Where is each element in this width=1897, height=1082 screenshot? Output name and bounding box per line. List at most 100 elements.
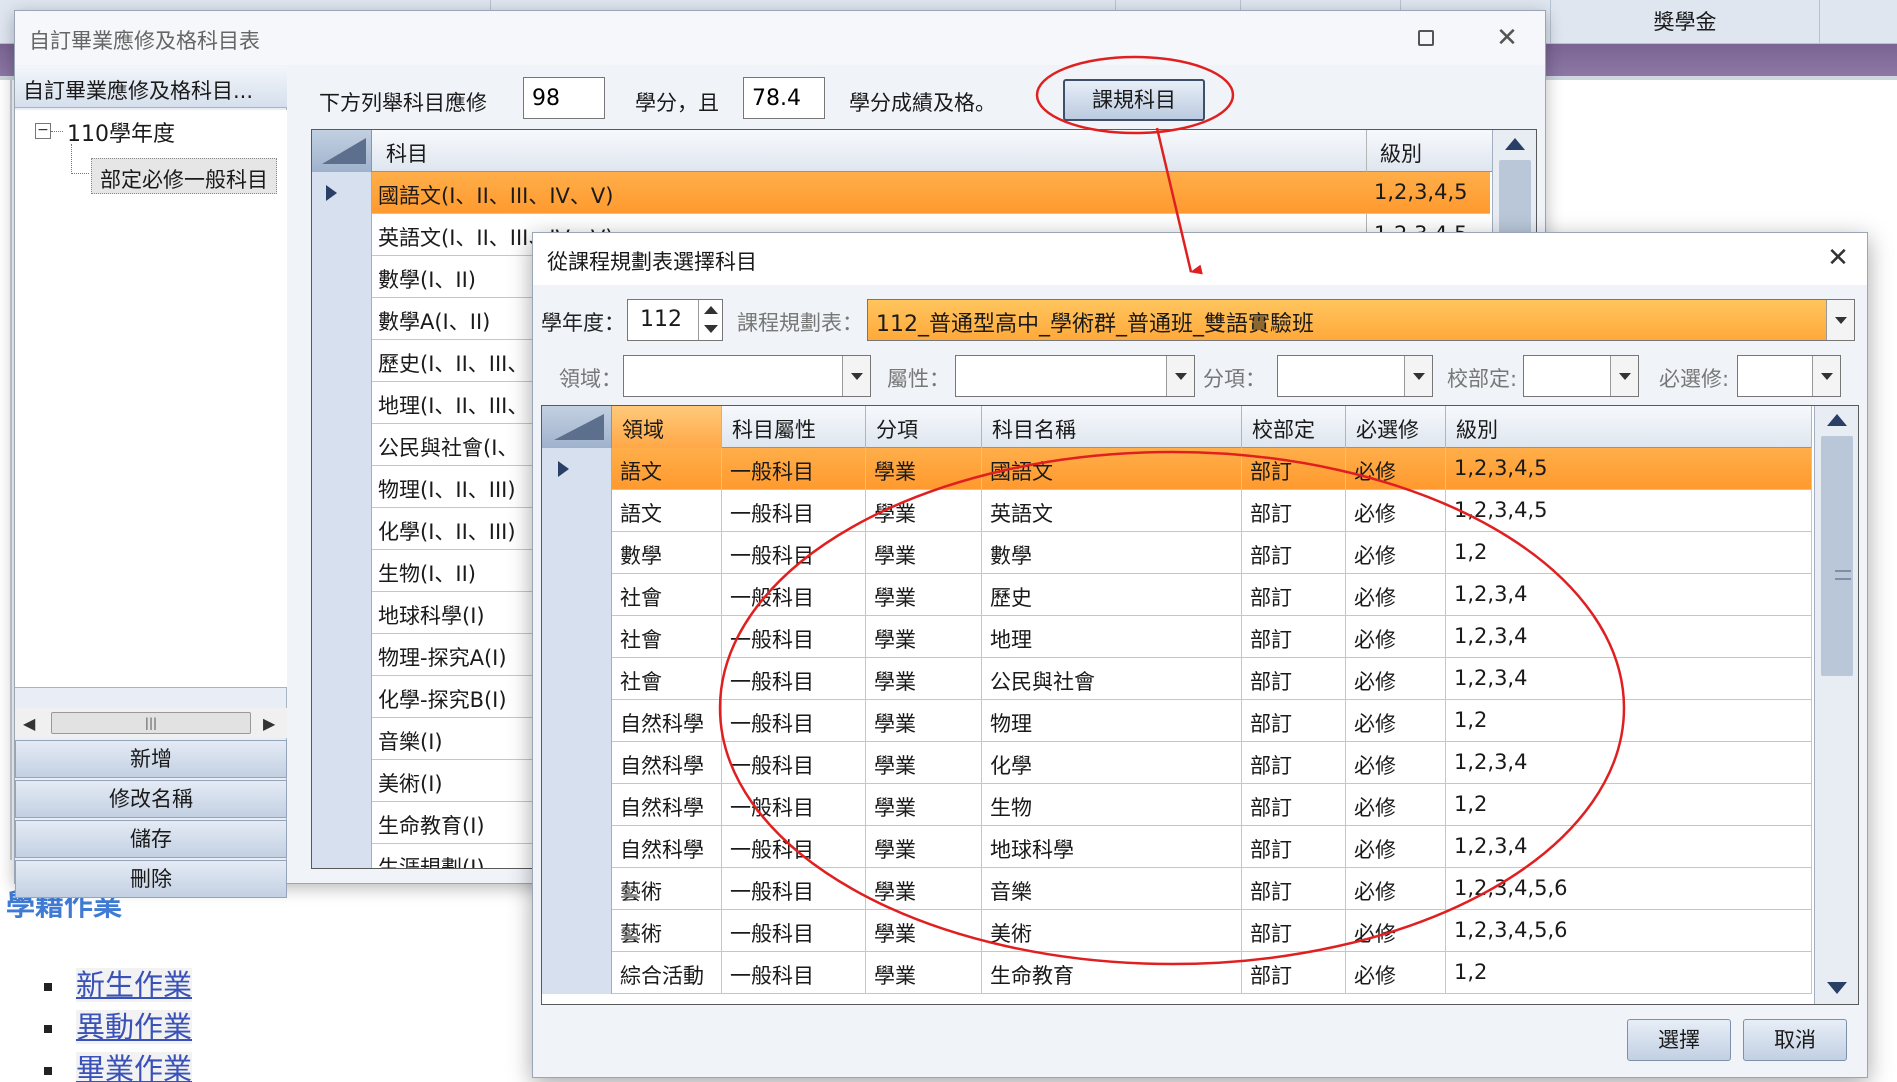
cell-level[interactable]: 1,2,3,4 (1446, 574, 1812, 616)
cell-subject-name[interactable]: 生物 (982, 784, 1242, 826)
dropdown-button[interactable] (842, 356, 870, 396)
cell-category[interactable]: 學業 (866, 616, 982, 658)
table-row[interactable]: 社會 一般科目 學業 公民與社會 部訂 必修 1,2,3,4 (542, 658, 1812, 700)
attribute-filter-select[interactable] (955, 355, 1195, 397)
tree-node-root[interactable]: 110學年度 (67, 116, 175, 148)
cell-subject-name[interactable]: 美術 (982, 910, 1242, 952)
save-button[interactable]: 儲存 (15, 820, 287, 858)
cell-subject[interactable]: 物理(I、II、III) (378, 474, 516, 504)
scroll-up-icon[interactable] (1505, 138, 1525, 150)
cell-school[interactable]: 部訂 (1242, 448, 1346, 490)
background-link[interactable]: 異動作業 (76, 1010, 193, 1044)
cell-attribute[interactable]: 一般科目 (722, 952, 866, 994)
cell-subject[interactable]: 公民與社會(I、 (378, 432, 518, 462)
cell-school[interactable]: 部訂 (1242, 574, 1346, 616)
cell-subject-name[interactable]: 化學 (982, 742, 1242, 784)
row-header[interactable] (312, 172, 372, 214)
cell-category[interactable]: 學業 (866, 910, 982, 952)
school-filter-select[interactable] (1523, 355, 1639, 397)
scroll-right-icon[interactable]: ▶ (263, 714, 275, 733)
cell-required[interactable]: 必修 (1346, 826, 1446, 868)
table-row[interactable]: 數學 一般科目 學業 數學 部訂 必修 1,2 (542, 532, 1812, 574)
cell-domain[interactable]: 綜合活動 (612, 952, 722, 994)
cell-subject[interactable]: 化學(I、II、III) (378, 516, 516, 546)
background-link[interactable]: 畢業作業 (76, 1052, 193, 1082)
cell-subject-name[interactable]: 數學 (982, 532, 1242, 574)
cell-category[interactable]: 學業 (866, 742, 982, 784)
vertical-scrollbar[interactable] (1814, 406, 1858, 1004)
cell-level[interactable]: 1,2,3,4 (1446, 742, 1812, 784)
table-row[interactable]: 自然科學 一般科目 學業 化學 部訂 必修 1,2,3,4 (542, 742, 1812, 784)
cell-required[interactable]: 必修 (1346, 448, 1446, 490)
cell-attribute[interactable]: 一般科目 (722, 448, 866, 490)
row-header[interactable] (542, 700, 612, 742)
cell-domain[interactable]: 數學 (612, 532, 722, 574)
cell-subject[interactable]: 化學-探究B(I) (378, 684, 507, 714)
column-header-level[interactable]: 級別 (1380, 138, 1422, 168)
scroll-left-icon[interactable]: ◀ (23, 714, 35, 733)
row-header[interactable] (312, 760, 372, 802)
cell-attribute[interactable]: 一般科目 (722, 658, 866, 700)
select-button[interactable]: 選擇 (1627, 1019, 1731, 1061)
main-window-titlebar[interactable]: 自訂畢業應修及格科目表 ✕ (15, 11, 1545, 65)
cell-domain[interactable]: 自然科學 (612, 826, 722, 868)
cell-school[interactable]: 部訂 (1242, 826, 1346, 868)
cell-level[interactable]: 1,2,3,4,5 (1446, 448, 1812, 490)
row-header[interactable] (542, 658, 612, 700)
add-button[interactable]: 新增 (15, 740, 287, 778)
cell-required[interactable]: 必修 (1346, 658, 1446, 700)
cell-subject[interactable]: 生物(I、II) (378, 558, 476, 588)
cell-category[interactable]: 學業 (866, 826, 982, 868)
cell-required[interactable]: 必修 (1346, 742, 1446, 784)
cell-subject-name[interactable]: 音樂 (982, 868, 1242, 910)
row-header[interactable] (312, 802, 372, 844)
row-header[interactable] (312, 298, 372, 340)
stepper-buttons[interactable] (698, 300, 722, 340)
table-row[interactable]: 語文 一般科目 學業 國語文 部訂 必修 1,2,3,4,5 (542, 448, 1812, 490)
cell-school[interactable]: 部訂 (1242, 490, 1346, 532)
category-filter-select[interactable] (1277, 355, 1433, 397)
cell-subject-name[interactable]: 地理 (982, 616, 1242, 658)
row-header[interactable] (312, 676, 372, 718)
cell-required[interactable]: 必修 (1346, 574, 1446, 616)
cell-attribute[interactable]: 一般科目 (722, 784, 866, 826)
row-header[interactable] (542, 616, 612, 658)
table-row[interactable]: 社會 一般科目 學業 歷史 部訂 必修 1,2,3,4 (542, 574, 1812, 616)
cell-subject-name[interactable]: 物理 (982, 700, 1242, 742)
cell-subject[interactable]: 地理(I、II、III、 (378, 390, 528, 420)
cell-subject[interactable]: 生命教育(I) (378, 810, 485, 840)
cell-domain[interactable]: 社會 (612, 658, 722, 700)
dialog-titlebar[interactable]: 從課程規劃表選擇科目 ✕ (533, 233, 1867, 285)
cell-attribute[interactable]: 一般科目 (722, 574, 866, 616)
credits-required-input[interactable] (523, 77, 605, 119)
row-header[interactable] (312, 424, 372, 466)
cell-school[interactable]: 部訂 (1242, 952, 1346, 994)
cell-level[interactable]: 1,2 (1446, 952, 1812, 994)
cell-subject[interactable]: 美術(I) (378, 768, 443, 798)
cell-required[interactable]: 必修 (1346, 532, 1446, 574)
maximize-button[interactable] (1413, 25, 1439, 51)
table-row[interactable]: 自然科學 一般科目 學業 生物 部訂 必修 1,2 (542, 784, 1812, 826)
column-header-required[interactable]: 必選修 (1346, 406, 1446, 448)
column-header-domain[interactable]: 領域 (612, 406, 722, 448)
cell-required[interactable]: 必修 (1346, 490, 1446, 532)
background-tab-scholarship[interactable]: 獎學金 (1550, 0, 1820, 44)
cell-subject[interactable]: 數學A(I、II) (378, 306, 490, 336)
row-header[interactable] (312, 256, 372, 298)
select-all-corner[interactable] (312, 130, 372, 172)
cell-attribute[interactable]: 一般科目 (722, 742, 866, 784)
table-row[interactable]: 自然科學 一般科目 學業 物理 部訂 必修 1,2 (542, 700, 1812, 742)
cell-attribute[interactable]: 一般科目 (722, 700, 866, 742)
cell-category[interactable]: 學業 (866, 700, 982, 742)
cell-school[interactable]: 部訂 (1242, 742, 1346, 784)
cell-category[interactable]: 學業 (866, 490, 982, 532)
tree-node-selected[interactable]: 部定必修一般科目 (91, 158, 277, 194)
cell-attribute[interactable]: 一般科目 (722, 532, 866, 574)
row-header[interactable] (542, 490, 612, 532)
cell-subject-name[interactable]: 生命教育 (982, 952, 1242, 994)
cell-attribute[interactable]: 一般科目 (722, 910, 866, 952)
cell-level[interactable]: 1,2,3,4,5,6 (1446, 910, 1812, 952)
cell-category[interactable]: 學業 (866, 658, 982, 700)
credits-passed-input[interactable] (743, 77, 825, 119)
cell-school[interactable]: 部訂 (1242, 616, 1346, 658)
